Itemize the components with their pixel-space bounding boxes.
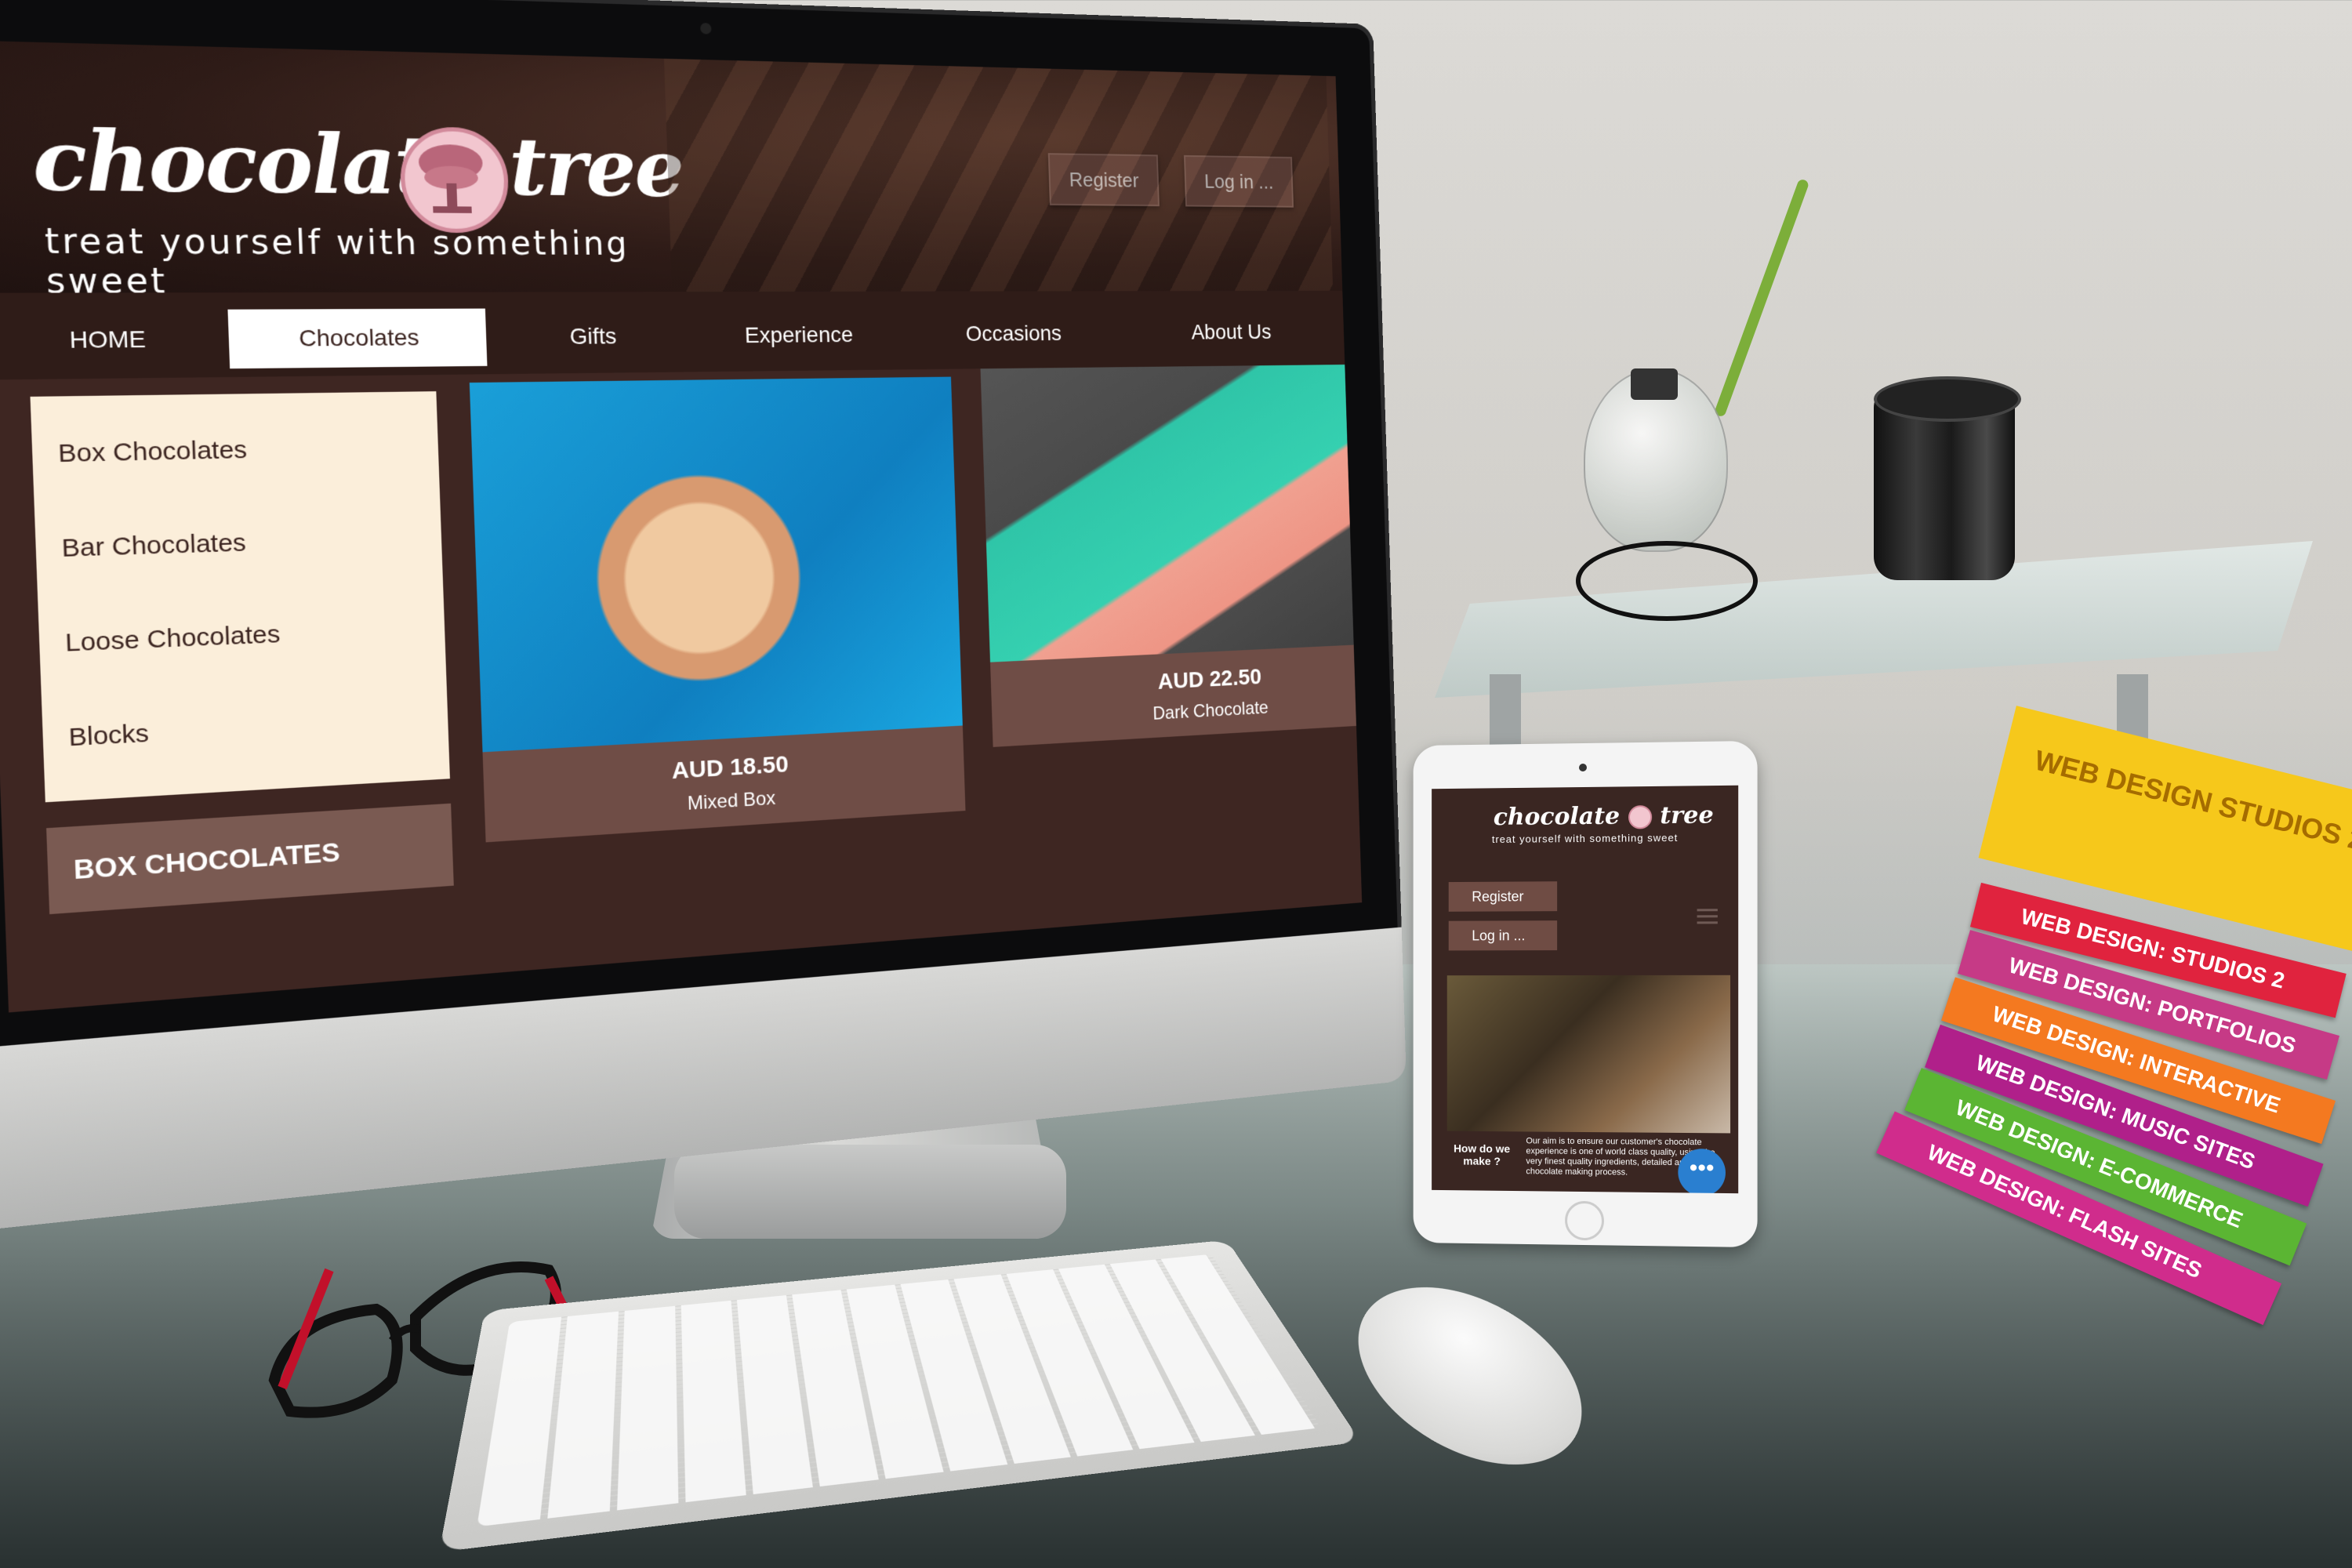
ipad: chocolate tree treat yourself with somet…: [1414, 741, 1758, 1247]
tree-logo-icon: [399, 126, 510, 233]
section-heading: BOX CHOCOLATES: [46, 804, 454, 914]
hazelnut-bar-photo[interactable]: [981, 364, 1363, 662]
category-blocks[interactable]: Blocks: [68, 720, 150, 753]
product-card[interactable]: AUD 22.50 Dark Chocolate: [981, 364, 1363, 747]
product-card[interactable]: AUD 18.50 Mixed Box: [470, 377, 966, 843]
site-tagline: treat yourself with something sweet: [44, 222, 688, 301]
box-chocolates-photo[interactable]: [470, 377, 963, 753]
nav-gifts[interactable]: Gifts: [510, 308, 675, 366]
more-icon[interactable]: •••: [1678, 1149, 1726, 1193]
nav-home[interactable]: HOME: [10, 310, 203, 371]
login-button[interactable]: Log in ...: [1184, 155, 1294, 208]
bamboo-stem: [1714, 178, 1810, 417]
logo-word-tree: tree: [1660, 801, 1713, 829]
shelf-leg: [1490, 674, 1521, 745]
tablet-tagline: treat yourself with something sweet: [1492, 832, 1678, 845]
logo-word-tree: tree: [507, 120, 684, 216]
camera-icon: [1579, 764, 1587, 771]
imac: chocolate tree treat yourself with somet…: [0, 0, 1406, 1232]
site-logo[interactable]: chocolate tree treat yourself with somet…: [31, 111, 688, 285]
hamburger-menu-icon[interactable]: [1697, 909, 1718, 927]
imac-foot: [674, 1145, 1066, 1239]
content-area: Box Chocolates Bar Chocolates Loose Choc…: [0, 365, 1362, 1012]
tablet-logo[interactable]: chocolate tree: [1494, 801, 1714, 831]
tablet-website: chocolate tree treat yourself with somet…: [1432, 786, 1738, 1193]
camera-lens-cap: [1874, 376, 2021, 422]
tablet-login-button[interactable]: Log in ...: [1449, 920, 1557, 950]
desk-scene: WEB DESIGN STUDIOS 2 WEB DESIGN: STUDIOS…: [0, 0, 2352, 1568]
chocolatier-photo: [1447, 975, 1730, 1134]
home-button[interactable]: [1565, 1201, 1604, 1241]
camera-icon: [700, 23, 712, 34]
chocolate-tree-website: chocolate tree treat yourself with somet…: [0, 41, 1362, 1013]
logo-word-chocolate: chocolate: [1494, 803, 1620, 832]
how-we-make-heading: How do we make ?: [1447, 1142, 1517, 1168]
category-menu: Box Chocolates Bar Chocolates Loose Choc…: [31, 391, 450, 802]
tablet-register-button[interactable]: Register: [1449, 881, 1557, 912]
category-bar-chocolates[interactable]: Bar Chocolates: [61, 529, 247, 564]
category-box-chocolates[interactable]: Box Chocolates: [57, 436, 247, 469]
wire-stand: [1576, 541, 1758, 621]
nav-occasions[interactable]: Occasions: [920, 307, 1105, 361]
register-button[interactable]: Register: [1048, 153, 1160, 206]
nav-experience[interactable]: Experience: [696, 307, 899, 364]
glass-shelf: [1435, 541, 2313, 698]
category-loose-chocolates[interactable]: Loose Chocolates: [64, 620, 281, 658]
tree-logo-icon: [1628, 805, 1652, 829]
nav-about-us[interactable]: About Us: [1139, 306, 1321, 360]
site-header: chocolate tree treat yourself with somet…: [0, 41, 1342, 293]
nav-chocolates[interactable]: Chocolates: [227, 309, 487, 369]
lightbulb-base: [1631, 368, 1678, 400]
